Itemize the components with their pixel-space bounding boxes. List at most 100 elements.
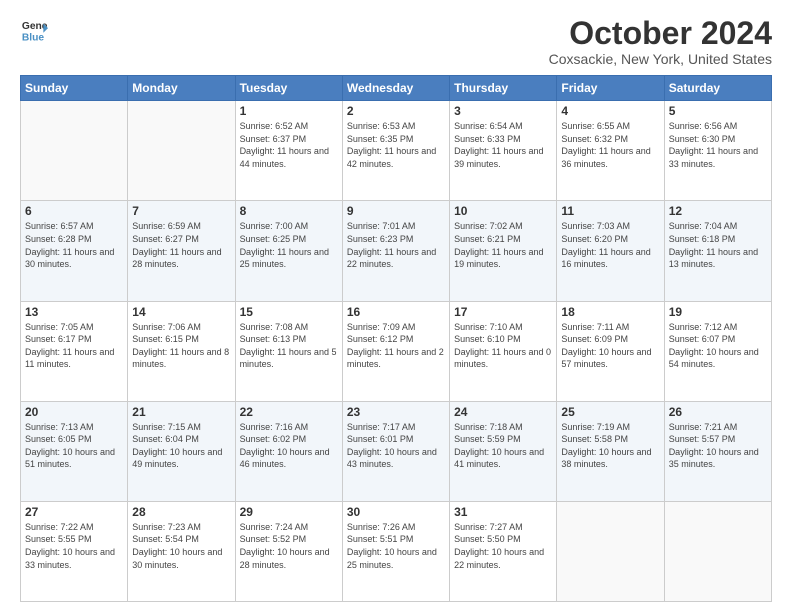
table-row: 27Sunrise: 7:22 AM Sunset: 5:55 PM Dayli… — [21, 501, 128, 601]
day-info: Sunrise: 6:59 AM Sunset: 6:27 PM Dayligh… — [132, 220, 230, 270]
header-monday: Monday — [128, 76, 235, 101]
day-info: Sunrise: 6:56 AM Sunset: 6:30 PM Dayligh… — [669, 120, 767, 170]
table-row — [21, 101, 128, 201]
table-row: 23Sunrise: 7:17 AM Sunset: 6:01 PM Dayli… — [342, 401, 449, 501]
day-number: 18 — [561, 305, 659, 319]
day-number: 22 — [240, 405, 338, 419]
day-info: Sunrise: 7:02 AM Sunset: 6:21 PM Dayligh… — [454, 220, 552, 270]
header-wednesday: Wednesday — [342, 76, 449, 101]
day-number: 9 — [347, 204, 445, 218]
day-info: Sunrise: 7:09 AM Sunset: 6:12 PM Dayligh… — [347, 321, 445, 371]
table-row — [557, 501, 664, 601]
day-info: Sunrise: 7:08 AM Sunset: 6:13 PM Dayligh… — [240, 321, 338, 371]
table-row: 9 Sunrise: 7:01 AM Sunset: 6:23 PM Daylig… — [342, 201, 449, 301]
day-number: 7 — [132, 204, 230, 218]
day-info: Sunrise: 6:55 AM Sunset: 6:32 PM Dayligh… — [561, 120, 659, 170]
header-friday: Friday — [557, 76, 664, 101]
day-number: 21 — [132, 405, 230, 419]
day-number: 13 — [25, 305, 123, 319]
table-row: 26 Sunrise: 7:21 AM Sunset: 5:57 PM Dayli… — [664, 401, 771, 501]
day-number: 5 — [669, 104, 767, 118]
calendar-table: Sunday Monday Tuesday Wednesday Thursday… — [20, 75, 772, 602]
table-row: 2 Sunrise: 6:53 AM Sunset: 6:35 PM Daylig… — [342, 101, 449, 201]
day-info: Sunrise: 7:15 AM Sunset: 6:04 PM Dayligh… — [132, 421, 230, 471]
month-title: October 2024 — [549, 16, 772, 51]
day-number: 19 — [669, 305, 767, 319]
day-number: 12 — [669, 204, 767, 218]
day-number: 28 — [132, 505, 230, 519]
day-number: 20 — [25, 405, 123, 419]
day-number: 17 — [454, 305, 552, 319]
day-info: Sunrise: 6:53 AM Sunset: 6:35 PM Dayligh… — [347, 120, 445, 170]
calendar-week-row: 27Sunrise: 7:22 AM Sunset: 5:55 PM Dayli… — [21, 501, 772, 601]
table-row — [128, 101, 235, 201]
table-row: 31 Sunrise: 7:27 AM Sunset: 5:50 PM Dayli… — [450, 501, 557, 601]
table-row: 8 Sunrise: 7:00 AM Sunset: 6:25 PM Daylig… — [235, 201, 342, 301]
day-info: Sunrise: 7:18 AM Sunset: 5:59 PM Dayligh… — [454, 421, 552, 471]
day-info: Sunrise: 7:22 AM Sunset: 5:55 PM Dayligh… — [25, 521, 123, 571]
day-number: 25 — [561, 405, 659, 419]
day-number: 4 — [561, 104, 659, 118]
day-info: Sunrise: 7:06 AM Sunset: 6:15 PM Dayligh… — [132, 321, 230, 371]
day-number: 11 — [561, 204, 659, 218]
table-row: 7 Sunrise: 6:59 AM Sunset: 6:27 PM Daylig… — [128, 201, 235, 301]
day-info: Sunrise: 7:24 AM Sunset: 5:52 PM Dayligh… — [240, 521, 338, 571]
day-number: 16 — [347, 305, 445, 319]
header: General Blue October 2024 Coxsackie, New… — [20, 16, 772, 67]
table-row: 10Sunrise: 7:02 AM Sunset: 6:21 PM Dayli… — [450, 201, 557, 301]
day-info: Sunrise: 7:05 AM Sunset: 6:17 PM Dayligh… — [25, 321, 123, 371]
day-info: Sunrise: 7:10 AM Sunset: 6:10 PM Dayligh… — [454, 321, 552, 371]
day-number: 15 — [240, 305, 338, 319]
page: General Blue October 2024 Coxsackie, New… — [0, 0, 792, 612]
table-row: 3 Sunrise: 6:54 AM Sunset: 6:33 PM Daylig… — [450, 101, 557, 201]
day-info: Sunrise: 7:23 AM Sunset: 5:54 PM Dayligh… — [132, 521, 230, 571]
header-sunday: Sunday — [21, 76, 128, 101]
day-number: 29 — [240, 505, 338, 519]
title-area: October 2024 Coxsackie, New York, United… — [549, 16, 772, 67]
weekday-header-row: Sunday Monday Tuesday Wednesday Thursday… — [21, 76, 772, 101]
table-row: 28 Sunrise: 7:23 AM Sunset: 5:54 PM Dayli… — [128, 501, 235, 601]
day-number: 1 — [240, 104, 338, 118]
day-info: Sunrise: 7:16 AM Sunset: 6:02 PM Dayligh… — [240, 421, 338, 471]
day-info: Sunrise: 7:13 AM Sunset: 6:05 PM Dayligh… — [25, 421, 123, 471]
day-info: Sunrise: 7:17 AM Sunset: 6:01 PM Dayligh… — [347, 421, 445, 471]
day-number: 14 — [132, 305, 230, 319]
day-info: Sunrise: 7:27 AM Sunset: 5:50 PM Dayligh… — [454, 521, 552, 571]
day-info: Sunrise: 7:19 AM Sunset: 5:58 PM Dayligh… — [561, 421, 659, 471]
day-info: Sunrise: 7:00 AM Sunset: 6:25 PM Dayligh… — [240, 220, 338, 270]
table-row: 5 Sunrise: 6:56 AM Sunset: 6:30 PM Daylig… — [664, 101, 771, 201]
calendar-week-row: 1Sunrise: 6:52 AM Sunset: 6:37 PM Daylig… — [21, 101, 772, 201]
table-row: 16 Sunrise: 7:09 AM Sunset: 6:12 PM Dayli… — [342, 301, 449, 401]
table-row: 24 Sunrise: 7:18 AM Sunset: 5:59 PM Dayli… — [450, 401, 557, 501]
day-number: 2 — [347, 104, 445, 118]
table-row: 11Sunrise: 7:03 AM Sunset: 6:20 PM Dayli… — [557, 201, 664, 301]
table-row: 17 Sunrise: 7:10 AM Sunset: 6:10 PM Dayli… — [450, 301, 557, 401]
calendar-week-row: 6Sunrise: 6:57 AM Sunset: 6:28 PM Daylig… — [21, 201, 772, 301]
table-row: 21 Sunrise: 7:15 AM Sunset: 6:04 PM Dayli… — [128, 401, 235, 501]
day-number: 8 — [240, 204, 338, 218]
location: Coxsackie, New York, United States — [549, 51, 772, 67]
table-row: 30Sunrise: 7:26 AM Sunset: 5:51 PM Dayli… — [342, 501, 449, 601]
table-row: 19 Sunrise: 7:12 AM Sunset: 6:07 PM Dayli… — [664, 301, 771, 401]
table-row: 4 Sunrise: 6:55 AM Sunset: 6:32 PM Daylig… — [557, 101, 664, 201]
table-row: 13 Sunrise: 7:05 AM Sunset: 6:17 PM Dayli… — [21, 301, 128, 401]
table-row: 22 Sunrise: 7:16 AM Sunset: 6:02 PM Dayli… — [235, 401, 342, 501]
day-info: Sunrise: 7:01 AM Sunset: 6:23 PM Dayligh… — [347, 220, 445, 270]
day-info: Sunrise: 7:04 AM Sunset: 6:18 PM Dayligh… — [669, 220, 767, 270]
day-number: 24 — [454, 405, 552, 419]
day-info: Sunrise: 7:12 AM Sunset: 6:07 PM Dayligh… — [669, 321, 767, 371]
table-row: 29 Sunrise: 7:24 AM Sunset: 5:52 PM Dayli… — [235, 501, 342, 601]
table-row: 20 Sunrise: 7:13 AM Sunset: 6:05 PM Dayli… — [21, 401, 128, 501]
day-info: Sunrise: 7:26 AM Sunset: 5:51 PM Dayligh… — [347, 521, 445, 571]
day-info: Sunrise: 6:54 AM Sunset: 6:33 PM Dayligh… — [454, 120, 552, 170]
day-info: Sunrise: 7:21 AM Sunset: 5:57 PM Dayligh… — [669, 421, 767, 471]
day-number: 31 — [454, 505, 552, 519]
table-row — [664, 501, 771, 601]
day-number: 26 — [669, 405, 767, 419]
table-row: 14 Sunrise: 7:06 AM Sunset: 6:15 PM Dayli… — [128, 301, 235, 401]
table-row: 25 Sunrise: 7:19 AM Sunset: 5:58 PM Dayli… — [557, 401, 664, 501]
table-row: 6Sunrise: 6:57 AM Sunset: 6:28 PM Daylig… — [21, 201, 128, 301]
day-number: 3 — [454, 104, 552, 118]
day-number: 6 — [25, 204, 123, 218]
header-saturday: Saturday — [664, 76, 771, 101]
